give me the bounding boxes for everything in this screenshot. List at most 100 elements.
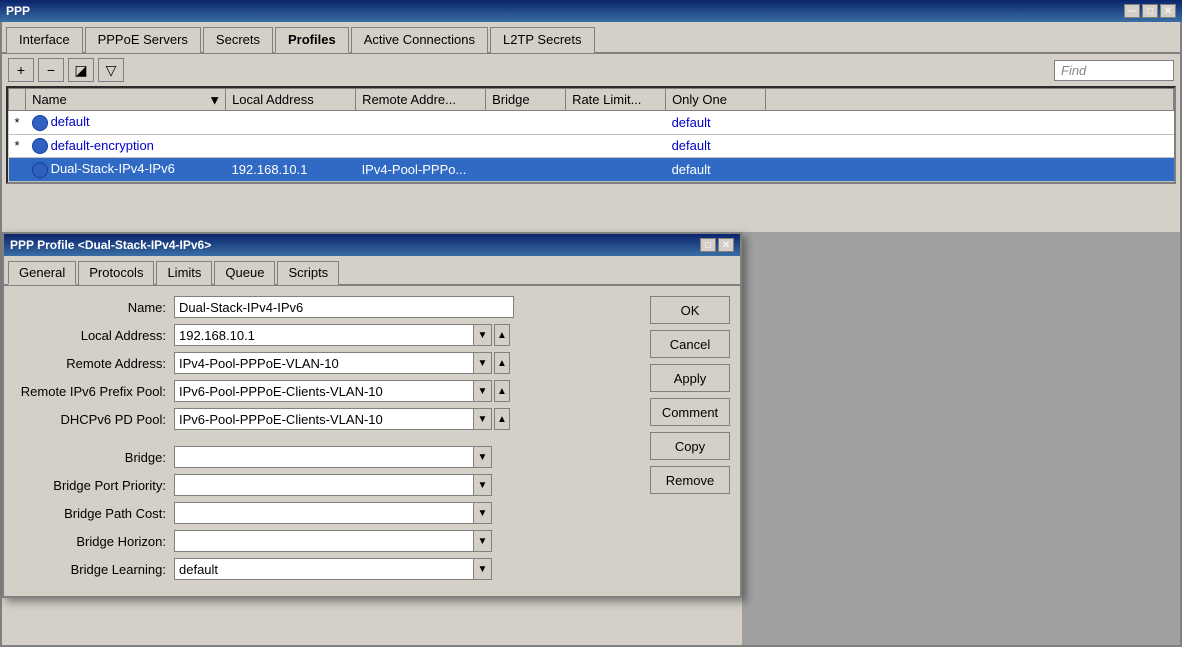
tab-pppoe-servers[interactable]: PPPoE Servers: [85, 27, 201, 53]
tab-l2tp-secrets[interactable]: L2TP Secrets: [490, 27, 595, 53]
row-local-address: [226, 134, 356, 158]
bridge-port-priority-input[interactable]: [174, 474, 474, 496]
bridge-path-cost-label: Bridge Path Cost:: [14, 506, 174, 521]
row-rate-limit: [566, 158, 666, 182]
name-label: Name:: [14, 300, 174, 315]
local-address-input[interactable]: [174, 324, 474, 346]
dialog-tab-protocols[interactable]: Protocols: [78, 261, 154, 285]
filter-button[interactable]: ▽: [98, 58, 124, 82]
copy-button[interactable]: Copy: [650, 432, 730, 460]
remote-ipv6-dropdown[interactable]: ▼: [474, 380, 492, 402]
row-star: *: [9, 111, 26, 135]
remote-address-dropdown[interactable]: ▼: [474, 352, 492, 374]
local-address-label: Local Address:: [14, 328, 174, 343]
bridge-horizon-group: ▼: [174, 530, 492, 552]
bridge-horizon-dropdown[interactable]: ▼: [474, 530, 492, 552]
row-name[interactable]: default: [26, 111, 226, 135]
profiles-table: Name▼ Local Address Remote Addre... Brid…: [8, 88, 1174, 182]
row-extra: [766, 134, 1174, 158]
dialog-tab-scripts[interactable]: Scripts: [277, 261, 339, 285]
col-remote-address[interactable]: Remote Addre...: [356, 89, 486, 111]
form-row-bridge-learning: Bridge Learning: ▼: [14, 558, 640, 580]
bridge-input[interactable]: [174, 446, 474, 468]
remote-ipv6-label: Remote IPv6 Prefix Pool:: [14, 384, 174, 399]
dhcpv6-up[interactable]: ▲: [494, 408, 510, 430]
name-input[interactable]: [174, 296, 514, 318]
dialog-maximize-button[interactable]: □: [700, 238, 716, 252]
comment-button[interactable]: Comment: [650, 398, 730, 426]
bridge-port-priority-group: ▼: [174, 474, 492, 496]
tab-bar: Interface PPPoE Servers Secrets Profiles…: [2, 22, 1180, 54]
maximize-button[interactable]: □: [1142, 4, 1158, 18]
bridge-path-cost-dropdown[interactable]: ▼: [474, 502, 492, 524]
bridge-horizon-input[interactable]: [174, 530, 474, 552]
profiles-table-wrapper: Name▼ Local Address Remote Addre... Brid…: [6, 86, 1176, 184]
dhcpv6-input[interactable]: [174, 408, 474, 430]
local-address-up[interactable]: ▲: [494, 324, 510, 346]
form-area: Name: Local Address: ▼ ▲ Remote Address:: [14, 296, 640, 586]
tab-interface[interactable]: Interface: [6, 27, 83, 53]
dialog-close-button[interactable]: ✕: [718, 238, 734, 252]
row-only-one: default: [666, 158, 766, 182]
bridge-learning-dropdown[interactable]: ▼: [474, 558, 492, 580]
toolbar: + − ◪ ▽ Find: [2, 54, 1180, 86]
table-row[interactable]: Dual-Stack-IPv4-IPv6 192.168.10.1 IPv4-P…: [9, 158, 1174, 182]
row-local-address: [226, 111, 356, 135]
remote-ipv6-group: ▼ ▲: [174, 380, 510, 402]
close-button[interactable]: ✕: [1160, 4, 1176, 18]
row-star: *: [9, 134, 26, 158]
col-name[interactable]: Name▼: [26, 89, 226, 111]
remove-button[interactable]: Remove: [650, 466, 730, 494]
col-extra: [766, 89, 1174, 111]
dialog-tab-limits[interactable]: Limits: [156, 261, 212, 285]
tab-secrets[interactable]: Secrets: [203, 27, 273, 53]
row-star: [9, 158, 26, 182]
row-local-address: 192.168.10.1: [226, 158, 356, 182]
tab-active-connections[interactable]: Active Connections: [351, 27, 488, 53]
local-address-dropdown[interactable]: ▼: [474, 324, 492, 346]
dialog-body: Name: Local Address: ▼ ▲ Remote Address:: [4, 286, 740, 596]
add-button[interactable]: +: [8, 58, 34, 82]
remote-ipv6-up[interactable]: ▲: [494, 380, 510, 402]
dialog-title: PPP Profile <Dual-Stack-IPv4-IPv6>: [10, 238, 211, 252]
remote-ipv6-input[interactable]: [174, 380, 474, 402]
cancel-button[interactable]: Cancel: [650, 330, 730, 358]
bridge-port-priority-dropdown[interactable]: ▼: [474, 474, 492, 496]
col-rate-limit[interactable]: Rate Limit...: [566, 89, 666, 111]
bridge-dropdown[interactable]: ▼: [474, 446, 492, 468]
form-row-local-address: Local Address: ▼ ▲: [14, 324, 640, 346]
bridge-learning-input[interactable]: [174, 558, 474, 580]
col-star: [9, 89, 26, 111]
row-name[interactable]: Dual-Stack-IPv4-IPv6: [26, 158, 226, 182]
dialog-tab-queue[interactable]: Queue: [214, 261, 275, 285]
apply-button[interactable]: Apply: [650, 364, 730, 392]
app-title: PPP: [6, 4, 30, 18]
table-row[interactable]: * default default: [9, 111, 1174, 135]
minimize-button[interactable]: ─: [1124, 4, 1140, 18]
edit-button[interactable]: ◪: [68, 58, 94, 82]
tab-profiles[interactable]: Profiles: [275, 27, 349, 53]
find-input[interactable]: Find: [1054, 60, 1174, 81]
remote-address-input[interactable]: [174, 352, 474, 374]
dhcpv6-group: ▼ ▲: [174, 408, 510, 430]
dialog-tab-bar: General Protocols Limits Queue Scripts: [4, 256, 740, 286]
remote-address-label: Remote Address:: [14, 356, 174, 371]
ok-button[interactable]: OK: [650, 296, 730, 324]
col-bridge[interactable]: Bridge: [486, 89, 566, 111]
dhcpv6-dropdown[interactable]: ▼: [474, 408, 492, 430]
dialog-tab-general[interactable]: General: [8, 261, 76, 285]
remote-address-up[interactable]: ▲: [494, 352, 510, 374]
bridge-path-cost-input[interactable]: [174, 502, 474, 524]
table-row[interactable]: * default-encryption default: [9, 134, 1174, 158]
col-only-one[interactable]: Only One: [666, 89, 766, 111]
col-local-address[interactable]: Local Address: [226, 89, 356, 111]
action-buttons: OK Cancel Apply Comment Copy Remove: [650, 296, 730, 586]
row-only-one: default: [666, 111, 766, 135]
row-rate-limit: [566, 111, 666, 135]
remove-button[interactable]: −: [38, 58, 64, 82]
dhcpv6-label: DHCPv6 PD Pool:: [14, 412, 174, 427]
title-bar-controls: ─ □ ✕: [1124, 4, 1176, 18]
row-bridge: [486, 111, 566, 135]
row-name[interactable]: default-encryption: [26, 134, 226, 158]
form-row-bridge-path-cost: Bridge Path Cost: ▼: [14, 502, 640, 524]
